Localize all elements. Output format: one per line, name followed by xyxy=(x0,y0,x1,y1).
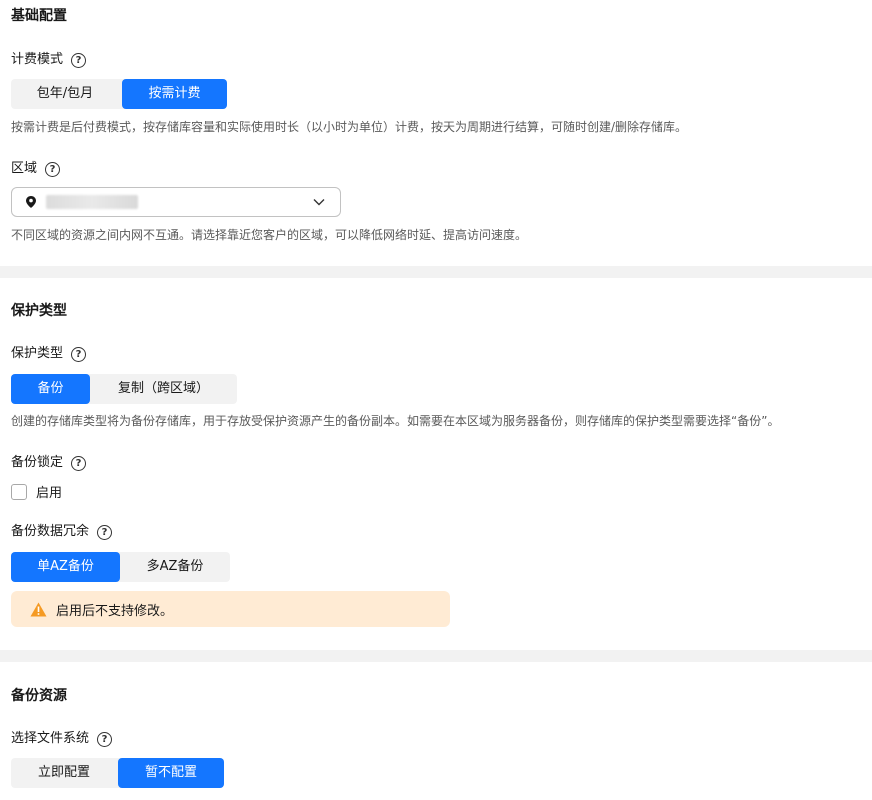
configure-later-button[interactable]: 暂不配置 xyxy=(118,758,224,788)
help-icon[interactable]: ? xyxy=(97,731,113,747)
backup-lock-label-text: 备份锁定 xyxy=(11,455,64,470)
region-label: 区域 ? xyxy=(11,160,61,178)
protection-type-description: 创建的存储库类型将为备份存储库，用于存放受保护资源产生的备份副本。如需要在本区域… xyxy=(11,414,780,428)
protection-type-selector: 备份 复制（跨区域） xyxy=(11,374,237,404)
file-system-label-text: 选择文件系统 xyxy=(11,731,90,746)
backup-lock-checkbox-label: 启用 xyxy=(36,486,63,501)
billing-on-demand-button[interactable]: 按需计费 xyxy=(122,79,227,109)
location-pin-icon xyxy=(26,196,36,208)
backup-lock-label: 备份锁定 ? xyxy=(11,454,87,472)
help-icon[interactable]: ? xyxy=(71,52,87,68)
protection-type-label: 保护类型 ? xyxy=(11,345,87,363)
redundancy-label-text: 备份数据冗余 xyxy=(11,524,90,539)
protection-backup-button[interactable]: 备份 xyxy=(11,374,90,404)
redundancy-selector: 单AZ备份 多AZ备份 xyxy=(11,552,230,582)
section-divider xyxy=(0,650,872,662)
billing-mode-selector: 包年/包月 按需计费 xyxy=(11,79,227,109)
help-icon[interactable]: ? xyxy=(71,346,87,362)
file-system-label: 选择文件系统 ? xyxy=(11,730,113,748)
multi-az-button[interactable]: 多AZ备份 xyxy=(120,552,230,582)
redundancy-label: 备份数据冗余 ? xyxy=(11,523,113,541)
billing-mode-label: 计费模式 ? xyxy=(11,51,87,69)
help-icon[interactable]: ? xyxy=(71,455,87,471)
basic-config-title: 基础配置 xyxy=(11,8,67,24)
chevron-down-icon xyxy=(313,199,325,206)
page: 基础配置 计费模式 ? 包年/包月 按需计费 按需计费是后付费模式，按存储库容量… xyxy=(0,0,872,800)
help-icon[interactable]: ? xyxy=(97,524,113,540)
section-divider xyxy=(0,266,872,278)
single-az-button[interactable]: 单AZ备份 xyxy=(11,552,120,582)
billing-description: 按需计费是后付费模式，按存储库容量和实际使用时长（以小时为单位）计费，按天为周期… xyxy=(11,120,688,134)
region-select[interactable] xyxy=(11,187,341,217)
protection-type-label-text: 保护类型 xyxy=(11,346,64,361)
backup-lock-checkbox-row[interactable]: 启用 xyxy=(11,482,62,501)
file-system-selector: 立即配置 暂不配置 xyxy=(11,758,224,788)
warning-alert: 启用后不支持修改。 xyxy=(11,591,450,627)
backup-resources-section: 备份资源 选择文件系统 ? 立即配置 暂不配置 xyxy=(0,662,872,800)
warning-text: 启用后不支持修改。 xyxy=(56,603,174,619)
region-value-redacted xyxy=(46,195,138,209)
backup-resources-title: 备份资源 xyxy=(11,688,67,704)
region-description: 不同区域的资源之间内网不互通。请选择靠近您客户的区域，可以降低网络时延、提高访问… xyxy=(11,228,528,242)
configure-now-button[interactable]: 立即配置 xyxy=(11,758,117,788)
region-label-text: 区域 xyxy=(11,161,38,176)
protection-type-section: 保护类型 保护类型 ? 备份 复制（跨区域） 创建的存储库类型将为备份存储库，用… xyxy=(0,278,872,650)
warning-icon xyxy=(30,602,47,616)
basic-config-section: 基础配置 计费模式 ? 包年/包月 按需计费 按需计费是后付费模式，按存储库容量… xyxy=(0,0,872,266)
help-icon[interactable]: ? xyxy=(45,161,61,177)
billing-yearly-monthly-button[interactable]: 包年/包月 xyxy=(11,79,119,109)
protection-replication-button[interactable]: 复制（跨区域） xyxy=(90,374,237,404)
protection-type-title: 保护类型 xyxy=(11,303,67,319)
billing-mode-label-text: 计费模式 xyxy=(11,52,64,67)
backup-lock-checkbox[interactable] xyxy=(11,483,27,500)
